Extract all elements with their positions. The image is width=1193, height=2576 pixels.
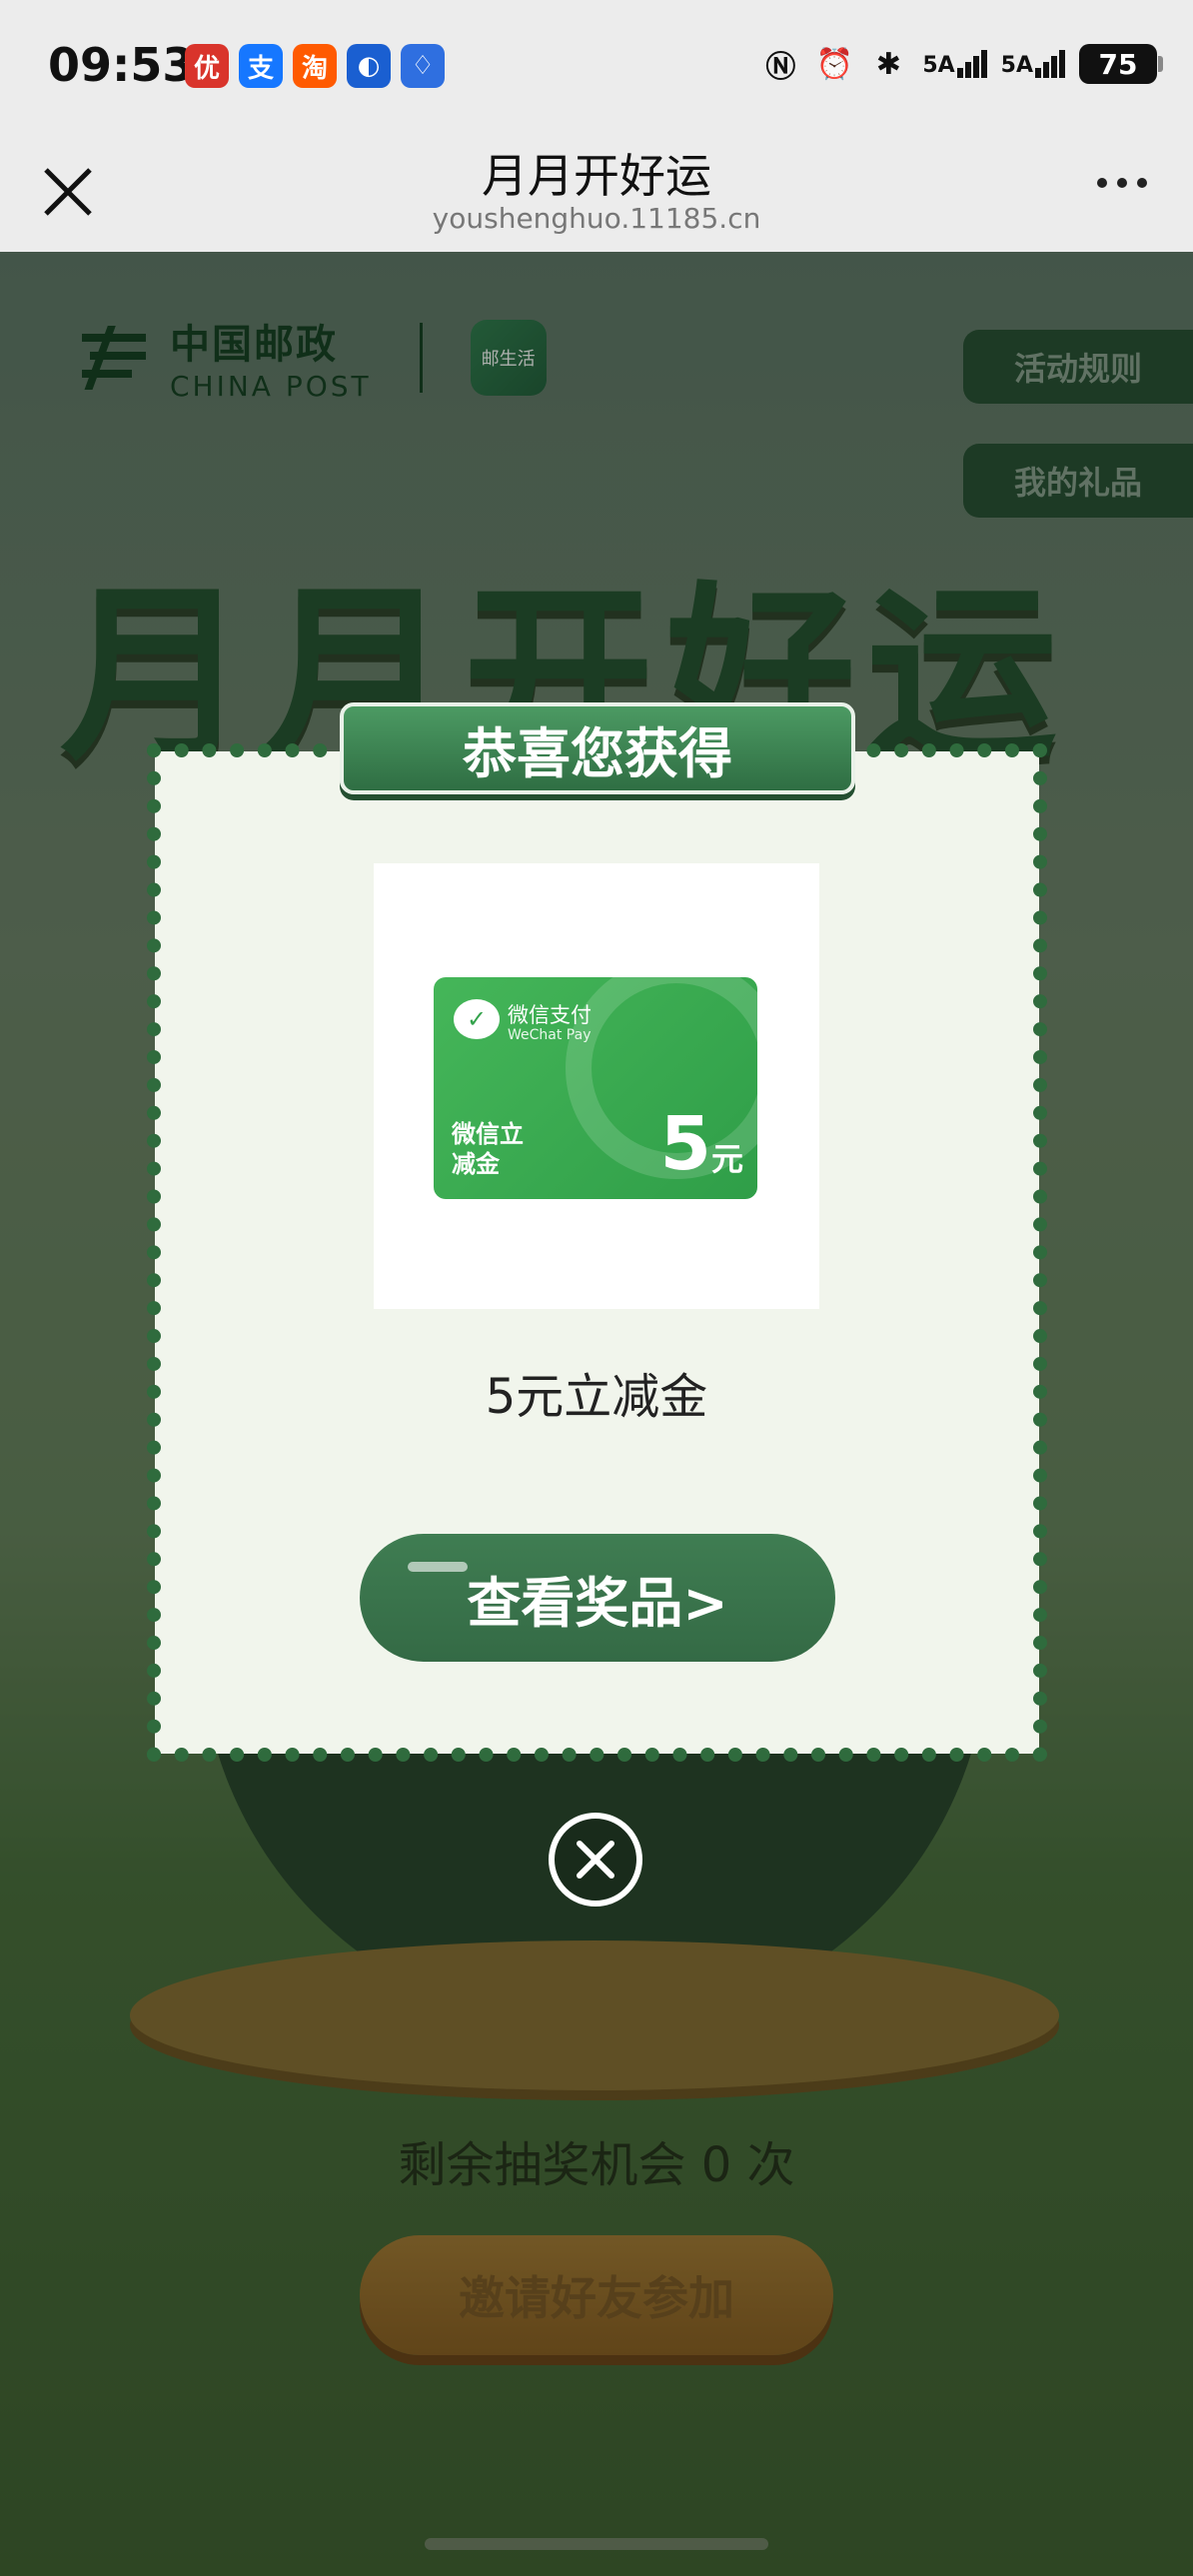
taobao-icon: 淘: [293, 44, 337, 88]
battery-icon: 75: [1079, 44, 1163, 84]
page-title: 月月开好运: [482, 149, 711, 203]
card-amount: 5 元: [659, 1107, 743, 1181]
card-brand-en: WeChat Pay: [508, 1027, 592, 1043]
notification-app-icons: 优支淘 ◐ ♢: [185, 44, 445, 88]
signal-label: 5A: [922, 53, 955, 78]
bulb-app-icon: ♢: [401, 44, 445, 88]
view-prize-button[interactable]: 查看奖品>: [360, 1534, 835, 1662]
prize-name: 5元立减金: [485, 1369, 708, 1425]
alarm-icon: ⏰: [815, 46, 853, 82]
card-name: 微信立减金: [452, 1120, 524, 1178]
app4-icon: ◐: [347, 44, 391, 88]
card-amount-value: 5: [659, 1101, 711, 1187]
signal-icon-2: 5A: [1001, 50, 1065, 78]
signal-icon: 5A: [922, 50, 987, 78]
app1-icon: 优: [185, 44, 229, 88]
card-amount-unit: 元: [710, 1140, 743, 1178]
system-icons: Ⓝ ⏰ ✱ 5A 5A 75: [760, 44, 1163, 85]
page-url: youshenghuo.11185.cn: [432, 202, 761, 235]
home-indicator[interactable]: [425, 2538, 768, 2550]
card-brand-cn: 微信支付: [508, 1003, 592, 1027]
more-icon[interactable]: [1097, 178, 1147, 188]
button-shine: [408, 1562, 468, 1572]
nfc-icon: Ⓝ: [765, 50, 796, 85]
browser-navbar: 月月开好运 youshenghuo.11185.cn: [0, 140, 1193, 252]
modal-close-icon[interactable]: [547, 1811, 644, 1909]
bluetooth-icon: ✱: [875, 46, 901, 82]
view-prize-label: 查看奖品>: [467, 1571, 728, 1635]
clock: 09:53: [48, 38, 195, 92]
modal-header: 恭喜您获得: [340, 702, 855, 794]
prize-image: ✓ 微信支付 WeChat Pay 微信立减金 5 元: [374, 863, 819, 1309]
wechat-coupon-card: ✓ 微信支付 WeChat Pay 微信立减金 5 元: [434, 977, 757, 1199]
signal-label-2: 5A: [1000, 53, 1033, 78]
status-bar: 09:53 优支淘 ◐ ♢ Ⓝ ⏰ ✱ 5A 5A 75: [0, 0, 1193, 140]
alipay-icon: 支: [239, 44, 283, 88]
wechat-pay-icon: ✓: [454, 999, 500, 1039]
